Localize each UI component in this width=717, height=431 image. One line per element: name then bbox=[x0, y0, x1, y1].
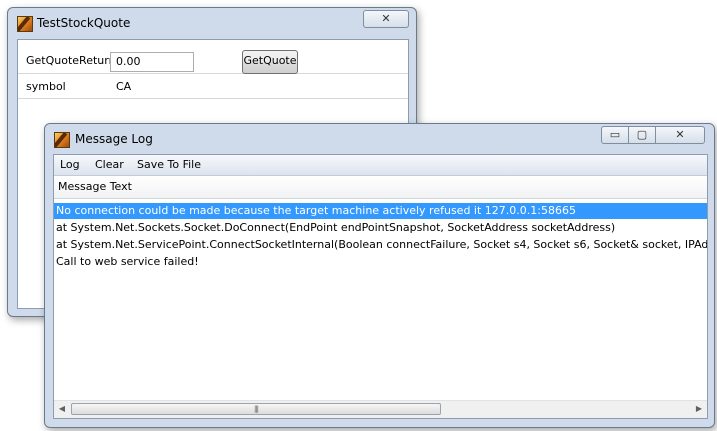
message-log-client: Log Clear Save To File Message Text No c… bbox=[53, 154, 708, 419]
close-button[interactable]: ✕ bbox=[655, 126, 705, 144]
test-stock-quote-titlebar[interactable]: TestStockQuote ✕ bbox=[8, 8, 416, 38]
horizontal-scrollbar[interactable]: ◀ ||| ▶ bbox=[54, 400, 707, 418]
get-quote-button[interactable]: GetQuote bbox=[242, 50, 298, 74]
menu-clear[interactable]: Clear bbox=[95, 158, 124, 171]
log-line[interactable]: Call to web service failed! bbox=[54, 254, 707, 270]
minimize-button[interactable]: ▭ bbox=[601, 126, 629, 144]
log-line-selected[interactable]: No connection could be made because the … bbox=[54, 203, 707, 219]
message-text-column-header[interactable]: Message Text bbox=[54, 176, 707, 199]
window-title: Message Log bbox=[75, 132, 153, 146]
scroll-right-icon[interactable]: ▶ bbox=[693, 403, 705, 415]
close-icon: ✕ bbox=[381, 12, 391, 25]
message-log-window[interactable]: Message Log ▭ ▢ ✕ Log Clear Save To File… bbox=[44, 123, 715, 428]
app-icon bbox=[54, 132, 70, 148]
message-log-titlebar[interactable]: Message Log ▭ ▢ ✕ bbox=[45, 124, 714, 154]
menu-log[interactable]: Log bbox=[60, 158, 80, 171]
maximize-icon: ▢ bbox=[636, 128, 648, 141]
close-button[interactable]: ✕ bbox=[363, 10, 409, 28]
scrollbar-thumb[interactable]: ||| bbox=[71, 403, 441, 415]
window-title: TestStockQuote bbox=[37, 16, 131, 30]
menu-bar: Log Clear Save To File bbox=[54, 155, 707, 176]
log-line[interactable]: at System.Net.ServicePoint.ConnectSocket… bbox=[54, 237, 707, 253]
scroll-left-icon[interactable]: ◀ bbox=[56, 403, 68, 415]
maximize-button[interactable]: ▢ bbox=[628, 126, 656, 144]
column-header-label: Message Text bbox=[58, 180, 132, 193]
get-quote-return-label: GetQuoteReturn bbox=[26, 54, 116, 67]
log-line[interactable]: at System.Net.Sockets.Socket.DoConnect(E… bbox=[54, 220, 707, 236]
close-icon: ✕ bbox=[675, 128, 685, 141]
minimize-icon: ▭ bbox=[609, 128, 621, 141]
get-quote-return-row: GetQuoteReturn 0.00 GetQuote bbox=[18, 44, 408, 74]
get-quote-return-field[interactable]: 0.00 bbox=[110, 52, 194, 72]
symbol-row: symbol CA bbox=[18, 75, 408, 99]
symbol-label: symbol bbox=[26, 80, 66, 93]
app-icon bbox=[17, 16, 33, 32]
thumb-grip-icon: ||| bbox=[253, 405, 259, 413]
symbol-field[interactable]: CA bbox=[110, 77, 408, 97]
menu-save-to-file[interactable]: Save To File bbox=[137, 158, 201, 171]
